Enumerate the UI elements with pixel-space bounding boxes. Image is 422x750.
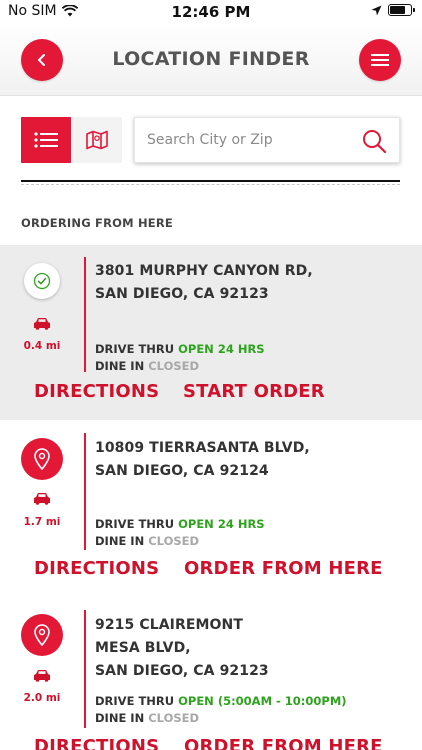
address-line: 10809 TIERRASANTA BLVD, — [95, 440, 310, 456]
location-card[interactable]: 2.0 mi 9215 CLAIREMONT MESA BLVD, SAN DI… — [0, 598, 422, 750]
address: 10809 TIERRASANTA BLVD, SAN DIEGO, CA 92… — [95, 437, 310, 483]
drive-thru-row: DRIVE THRU OPEN 24 HRS — [95, 342, 265, 356]
vertical-rule — [84, 433, 86, 550]
drive-thru-row: DRIVE THRU OPEN (5:00AM - 10:00PM) — [95, 694, 347, 708]
section-title: ORDERING FROM HERE — [21, 216, 173, 230]
drive-thru-status: OPEN 24 HRS — [178, 517, 265, 531]
status-bar: No SIM 12:46 PM — [0, 0, 422, 24]
drive-thru-status: OPEN 24 HRS — [178, 342, 265, 356]
address-line: SAN DIEGO, CA 92124 — [95, 463, 269, 479]
address-line: SAN DIEGO, CA 92123 — [95, 286, 269, 302]
distance-label: 0.4 mi — [23, 340, 61, 352]
battery-fill — [390, 6, 405, 14]
dine-in-row: DINE IN CLOSED — [95, 534, 199, 548]
address-line: 3801 MURPHY CANYON RD, — [95, 263, 313, 279]
dine-in-status: CLOSED — [148, 534, 200, 548]
dine-in-label: DINE IN — [95, 359, 145, 373]
location-pin-badge — [21, 614, 63, 656]
car-icon — [34, 318, 50, 330]
address-line: MESA BLVD, — [95, 640, 191, 656]
map-pin-icon — [34, 624, 50, 646]
dine-in-row: DINE IN CLOSED — [95, 359, 199, 373]
address: 9215 CLAIREMONT MESA BLVD, SAN DIEGO, CA… — [95, 614, 269, 683]
vertical-rule — [84, 257, 86, 372]
dine-in-status: CLOSED — [148, 711, 200, 725]
search-box — [134, 117, 400, 163]
distance-label: 1.7 mi — [23, 516, 61, 528]
address-line: SAN DIEGO, CA 92123 — [95, 663, 269, 679]
location-card[interactable]: 0.4 mi 3801 MURPHY CANYON RD, SAN DIEGO,… — [0, 245, 422, 420]
drive-thru-row: DRIVE THRU OPEN 24 HRS — [95, 517, 265, 531]
drive-thru-status: OPEN (5:00AM - 10:00PM) — [178, 694, 347, 708]
order-from-here-button[interactable]: ORDER FROM HERE — [184, 736, 383, 750]
dine-in-label: DINE IN — [95, 711, 145, 725]
hamburger-menu-icon — [371, 54, 389, 66]
directions-button[interactable]: DIRECTIONS — [34, 558, 159, 579]
dine-in-label: DINE IN — [95, 534, 145, 548]
menu-button[interactable] — [359, 39, 401, 81]
app-header: LOCATION FINDER — [0, 24, 422, 96]
drive-thru-label: DRIVE THRU — [95, 342, 175, 356]
map-view-button[interactable] — [72, 117, 122, 163]
address-line: 9215 CLAIREMONT — [95, 617, 244, 633]
list-view-button[interactable] — [21, 117, 71, 163]
divider — [21, 180, 400, 182]
car-icon — [34, 670, 50, 682]
list-icon — [34, 132, 58, 148]
map-pin-icon — [34, 448, 50, 470]
location-pin-badge — [21, 438, 63, 480]
battery-icon — [388, 4, 415, 16]
location-arrow-icon — [371, 5, 382, 15]
vertical-rule — [84, 610, 86, 728]
car-icon — [34, 493, 50, 505]
search-icon — [363, 130, 387, 154]
map-icon — [86, 130, 108, 150]
start-order-button[interactable]: START ORDER — [183, 381, 325, 402]
distance-label: 2.0 mi — [23, 692, 61, 704]
directions-button[interactable]: DIRECTIONS — [34, 381, 159, 402]
location-card[interactable]: 1.7 mi 10809 TIERRASANTA BLVD, SAN DIEGO… — [0, 420, 422, 598]
selected-check-badge — [24, 263, 60, 299]
address: 3801 MURPHY CANYON RD, SAN DIEGO, CA 921… — [95, 260, 313, 306]
dine-in-row: DINE IN CLOSED — [95, 711, 199, 725]
clock: 12:46 PM — [171, 3, 251, 21]
drive-thru-label: DRIVE THRU — [95, 517, 175, 531]
check-circle-icon — [33, 272, 51, 290]
directions-button[interactable]: DIRECTIONS — [34, 736, 159, 750]
dashed-divider — [21, 184, 400, 185]
search-button[interactable] — [361, 128, 387, 158]
drive-thru-label: DRIVE THRU — [95, 694, 175, 708]
dine-in-status: CLOSED — [148, 359, 200, 373]
search-input[interactable] — [147, 118, 347, 162]
order-from-here-button[interactable]: ORDER FROM HERE — [184, 558, 383, 579]
